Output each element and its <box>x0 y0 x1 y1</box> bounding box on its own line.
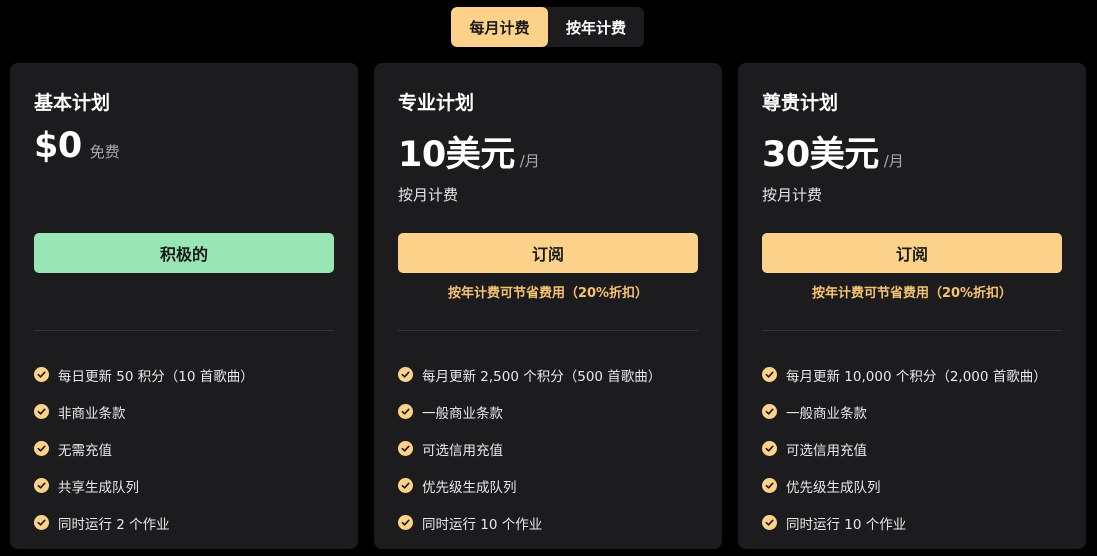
feature-item: 每日更新 50 积分（10 首歌曲） <box>34 356 344 393</box>
price-row: 30美元 /月 <box>762 126 904 177</box>
pricing-page: 每月计费 按年计费 基本计划 $0 免费 积极的 每日更新 50 积分（10 首… <box>0 0 1097 556</box>
check-circle-icon <box>34 441 49 456</box>
check-circle-icon <box>762 478 777 493</box>
divider <box>762 330 1062 331</box>
yearly-billing-tab[interactable]: 按年计费 <box>548 7 644 47</box>
feature-item: 优先级生成队列 <box>762 467 1072 504</box>
feature-item: 无需充值 <box>34 430 344 467</box>
divider <box>398 330 698 331</box>
check-circle-icon <box>398 478 413 493</box>
feature-item: 优先级生成队列 <box>398 467 708 504</box>
plan-card-premium: 尊贵计划 30美元 /月 按月计费 订阅 按年计费可节省费用（20%折扣） 每月… <box>738 63 1086 549</box>
feature-item: 非商业条款 <box>34 393 344 430</box>
billing-toggle: 每月计费 按年计费 <box>451 7 644 47</box>
check-circle-icon <box>762 367 777 382</box>
feature-text: 非商业条款 <box>58 405 126 422</box>
check-circle-icon <box>34 515 49 530</box>
subscribe-button[interactable]: 订阅 <box>398 233 698 273</box>
feature-item: 一般商业条款 <box>762 393 1072 430</box>
feature-item: 同时运行 10 个作业 <box>762 504 1072 541</box>
feature-item: 一般商业条款 <box>398 393 708 430</box>
feature-text: 每月更新 10,000 个积分（2,000 首歌曲） <box>786 368 1047 385</box>
feature-text: 共享生成队列 <box>58 479 139 496</box>
plan-name: 专业计划 <box>398 92 475 114</box>
feature-text: 无需充值 <box>58 442 112 459</box>
feature-list: 每日更新 50 积分（10 首歌曲） 非商业条款 无需充值 共享生成队列 同时运… <box>34 356 344 541</box>
plan-card-pro: 专业计划 10美元 /月 按月计费 订阅 按年计费可节省费用（20%折扣） 每月… <box>374 63 722 549</box>
feature-text: 可选信用充值 <box>422 442 503 459</box>
plan-price: $0 <box>34 126 82 166</box>
feature-text: 同时运行 10 个作业 <box>786 516 907 533</box>
plan-price: 10美元 <box>398 135 515 175</box>
monthly-billing-tab[interactable]: 每月计费 <box>451 7 548 47</box>
billing-note: 按月计费 <box>398 186 459 204</box>
plan-card-basic: 基本计划 $0 免费 积极的 每日更新 50 积分（10 首歌曲） 非商业条款 … <box>10 63 358 549</box>
feature-item: 同时运行 10 个作业 <box>398 504 708 541</box>
plan-price: 30美元 <box>762 135 879 175</box>
feature-item: 同时运行 2 个作业 <box>34 504 344 541</box>
feature-list: 每月更新 2,500 个积分（500 首歌曲） 一般商业条款 可选信用充值 优先… <box>398 356 708 541</box>
feature-item: 可选信用充值 <box>762 430 1072 467</box>
feature-text: 每月更新 2,500 个积分（500 首歌曲） <box>422 368 662 385</box>
active-plan-button[interactable]: 积极的 <box>34 233 334 273</box>
feature-text: 优先级生成队列 <box>786 479 881 496</box>
check-circle-icon <box>762 441 777 456</box>
feature-text: 每日更新 50 积分（10 首歌曲） <box>58 368 254 385</box>
plan-name: 基本计划 <box>34 92 111 114</box>
annual-discount-note: 按年计费可节省费用（20%折扣） <box>811 286 1013 301</box>
subscribe-button[interactable]: 订阅 <box>762 233 1062 273</box>
price-unit: /月 <box>883 152 904 170</box>
check-circle-icon <box>34 404 49 419</box>
price-unit: 免费 <box>89 143 120 161</box>
price-row: 10美元 /月 <box>398 126 540 177</box>
feature-text: 一般商业条款 <box>422 405 503 422</box>
price-row: $0 免费 <box>34 126 120 166</box>
feature-list: 每月更新 10,000 个积分（2,000 首歌曲） 一般商业条款 可选信用充值… <box>762 356 1072 541</box>
feature-text: 一般商业条款 <box>786 405 867 422</box>
check-circle-icon <box>398 404 413 419</box>
divider <box>34 330 334 331</box>
feature-item: 每月更新 2,500 个积分（500 首歌曲） <box>398 356 708 393</box>
feature-item: 每月更新 10,000 个积分（2,000 首歌曲） <box>762 356 1072 393</box>
price-unit: /月 <box>519 152 540 170</box>
check-circle-icon <box>398 367 413 382</box>
annual-discount-note: 按年计费可节省费用（20%折扣） <box>447 286 649 301</box>
billing-note: 按月计费 <box>762 186 823 204</box>
feature-text: 优先级生成队列 <box>422 479 517 496</box>
feature-text: 同时运行 10 个作业 <box>422 516 543 533</box>
check-circle-icon <box>34 478 49 493</box>
feature-item: 可选信用充值 <box>398 430 708 467</box>
feature-text: 同时运行 2 个作业 <box>58 516 170 533</box>
plan-name: 尊贵计划 <box>762 92 839 114</box>
check-circle-icon <box>398 441 413 456</box>
check-circle-icon <box>398 515 413 530</box>
check-circle-icon <box>762 515 777 530</box>
feature-text: 可选信用充值 <box>786 442 867 459</box>
check-circle-icon <box>34 367 49 382</box>
feature-item: 共享生成队列 <box>34 467 344 504</box>
check-circle-icon <box>762 404 777 419</box>
